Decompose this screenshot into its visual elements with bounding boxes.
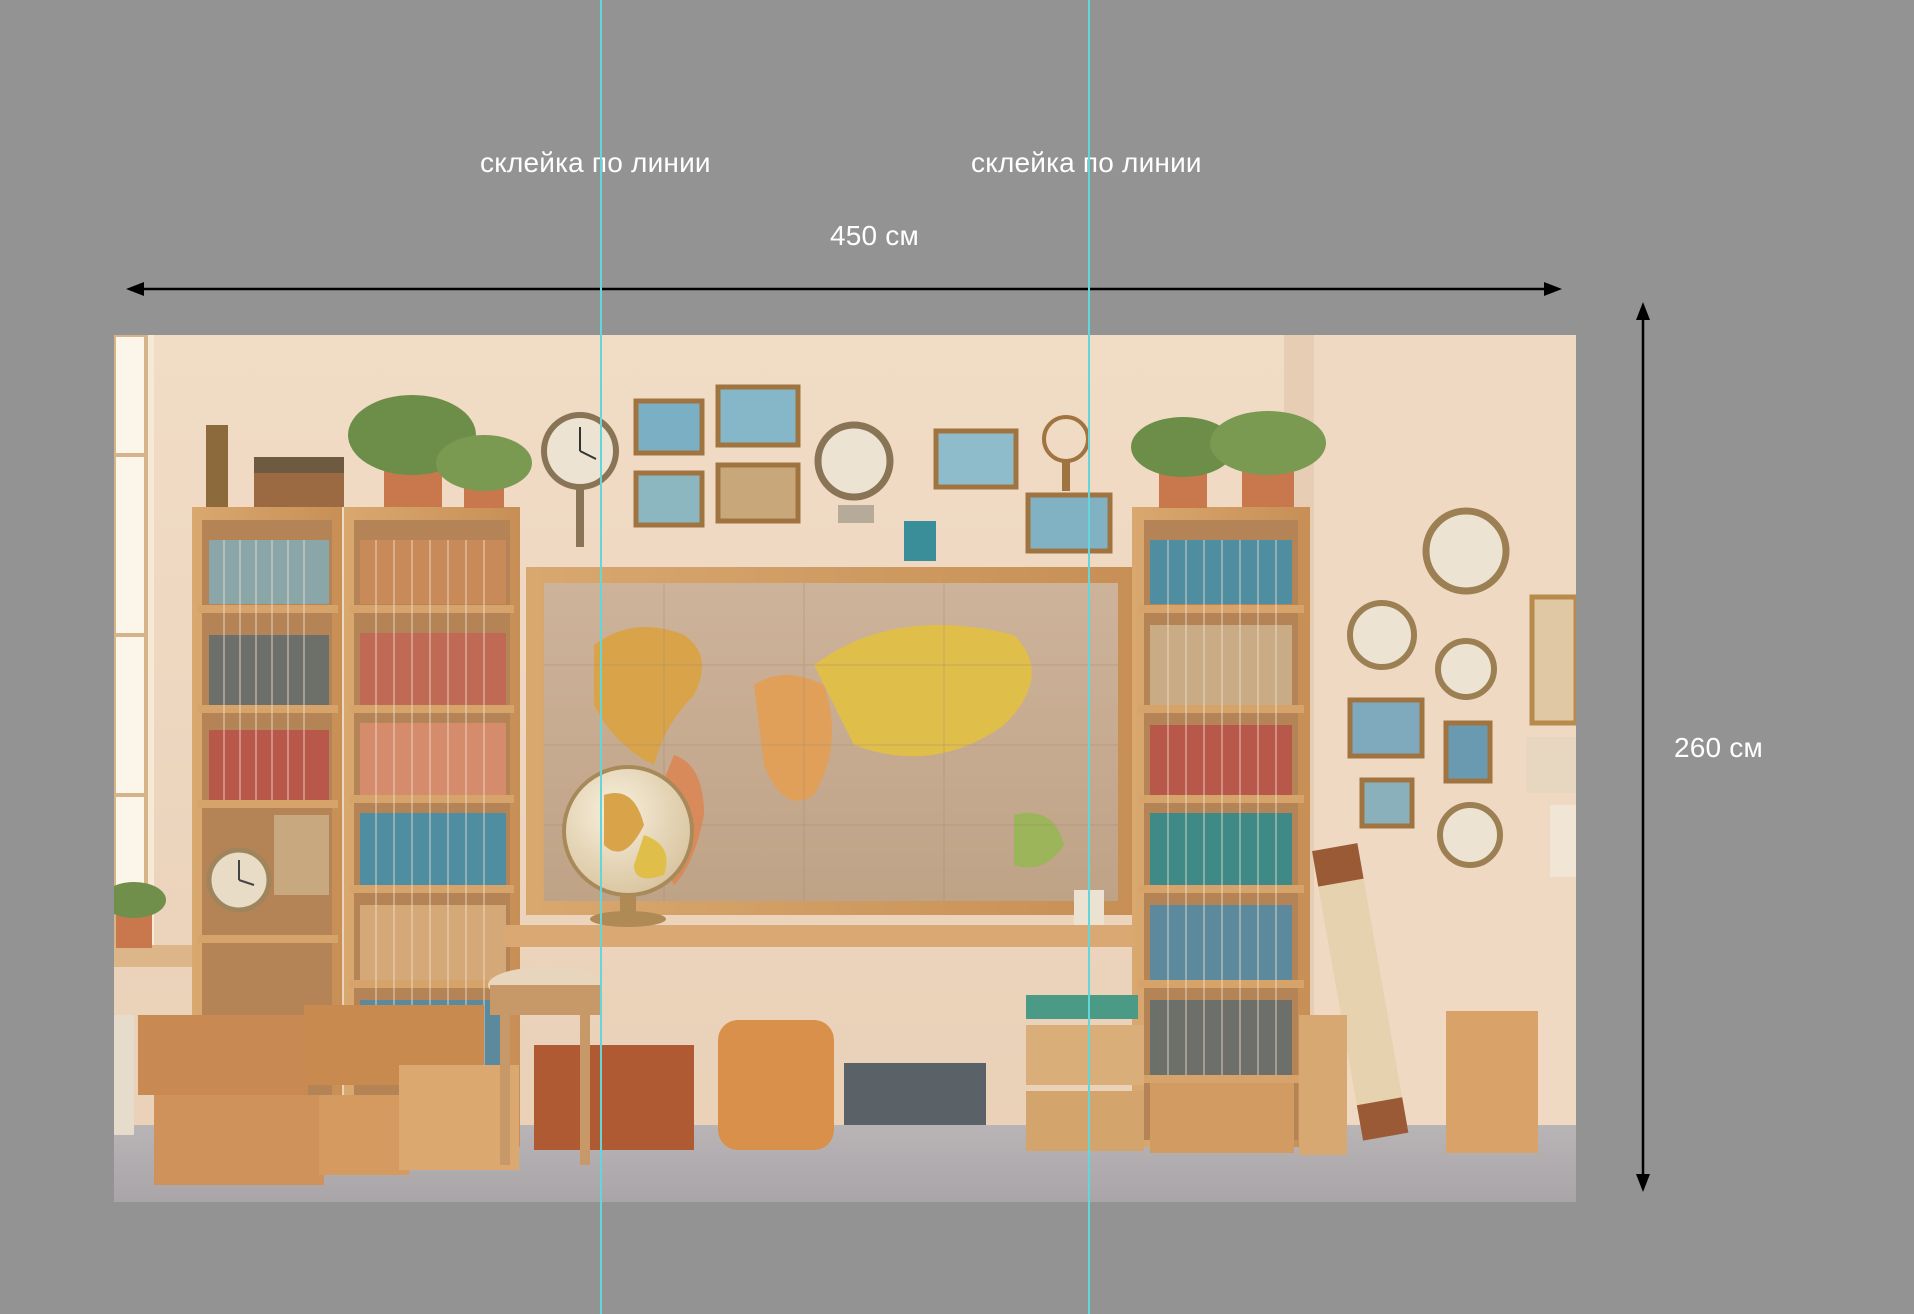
seam-label-right: склейка по линии — [971, 147, 1202, 178]
height-dimension-label: 260 см — [1674, 732, 1763, 763]
width-dimension-label: 450 см — [830, 220, 919, 251]
right-bookcase — [1132, 507, 1310, 1147]
seam-label-left: склейка по линии — [480, 147, 711, 178]
seam-line-left — [600, 0, 602, 1314]
library-room-illustration — [114, 335, 1576, 1202]
double-horizontal-arrow-icon — [126, 282, 1562, 296]
double-vertical-arrow-icon — [1636, 302, 1650, 1192]
seam-line-right — [1088, 0, 1090, 1314]
wallpaper-mural — [114, 335, 1576, 1202]
